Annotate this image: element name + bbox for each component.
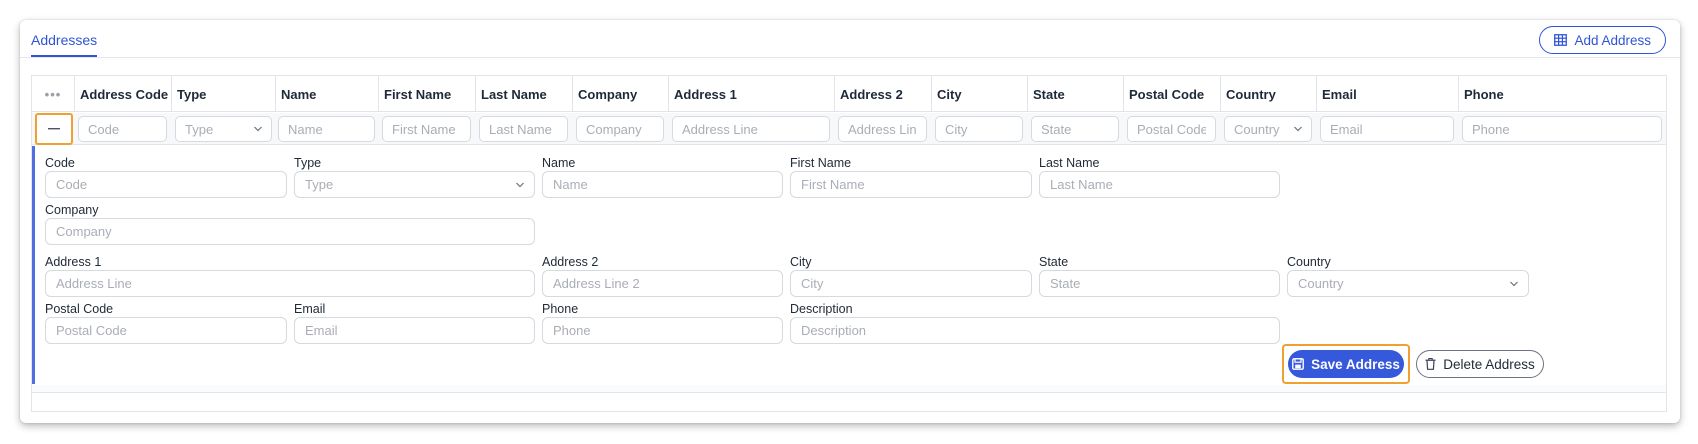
- address-2-label: Address 2: [542, 255, 599, 269]
- column-header-address-1[interactable]: Address 1: [669, 76, 835, 112]
- chevron-down-icon: [1510, 281, 1518, 287]
- name-field[interactable]: [542, 171, 783, 198]
- filter-address-1-input[interactable]: [672, 116, 830, 142]
- postal-code-label: Postal Code: [45, 302, 114, 316]
- country-select[interactable]: Country: [1287, 270, 1529, 297]
- tab-addresses[interactable]: Addresses: [31, 32, 98, 57]
- description-label: Description: [790, 302, 853, 316]
- column-header-postal-code[interactable]: Postal Code: [1124, 76, 1221, 112]
- filter-country-select[interactable]: Country: [1224, 116, 1312, 142]
- addresses-card: Addresses Add Address ••• Address Code T…: [20, 20, 1680, 423]
- save-icon: [1292, 358, 1304, 370]
- column-header-type[interactable]: Type: [172, 76, 276, 112]
- save-highlight: Save Address: [1282, 344, 1410, 384]
- filter-postal-code-input[interactable]: [1127, 116, 1216, 142]
- column-header-company[interactable]: Company: [573, 76, 669, 112]
- postal-code-field[interactable]: [45, 317, 287, 344]
- column-header-first-name[interactable]: First Name: [379, 76, 476, 112]
- name-label: Name: [542, 156, 576, 170]
- city-label: City: [790, 255, 812, 269]
- column-header-country[interactable]: Country: [1221, 76, 1317, 112]
- chevron-down-icon: [254, 126, 262, 132]
- filter-address-2-input[interactable]: [838, 116, 927, 142]
- last-name-label: Last Name: [1039, 156, 1100, 170]
- grid-footer-divider: [32, 385, 1666, 393]
- save-address-label: Save Address: [1311, 356, 1400, 372]
- description-field[interactable]: [790, 317, 1280, 344]
- minus-icon: [48, 128, 60, 130]
- filter-last-name-input[interactable]: [479, 116, 568, 142]
- type-select[interactable]: Type: [294, 171, 535, 198]
- filter-type-placeholder: Type: [185, 121, 214, 137]
- filter-company-input[interactable]: [576, 116, 664, 142]
- city-field[interactable]: [790, 270, 1032, 297]
- column-header-last-name[interactable]: Last Name: [476, 76, 573, 112]
- column-menu-icon[interactable]: •••: [32, 76, 75, 112]
- grid-header-row: ••• Address Code Type Name First Name La…: [32, 76, 1666, 112]
- filter-country-placeholder: Country: [1234, 121, 1280, 137]
- column-header-state[interactable]: State: [1028, 76, 1124, 112]
- column-header-name[interactable]: Name: [276, 76, 379, 112]
- company-field[interactable]: [45, 218, 535, 245]
- tab-bar: Addresses Add Address: [20, 20, 1680, 58]
- first-name-label: First Name: [790, 156, 852, 170]
- add-address-button[interactable]: Add Address: [1539, 26, 1666, 54]
- save-address-button[interactable]: Save Address: [1288, 350, 1404, 378]
- country-label: Country: [1287, 255, 1331, 269]
- address-2-field[interactable]: [542, 270, 783, 297]
- table-icon: [1554, 34, 1568, 46]
- address-detail-form: Code Type Type Name First Name Last Name…: [32, 146, 1666, 384]
- filter-name-input[interactable]: [278, 116, 375, 142]
- filter-state-input[interactable]: [1031, 116, 1119, 142]
- chevron-down-icon: [516, 182, 524, 188]
- type-placeholder: Type: [305, 177, 334, 192]
- type-label: Type: [294, 156, 322, 170]
- first-name-field[interactable]: [790, 171, 1032, 198]
- phone-field[interactable]: [542, 317, 783, 344]
- grid-footer: [32, 394, 1666, 411]
- column-header-city[interactable]: City: [932, 76, 1028, 112]
- last-name-field[interactable]: [1039, 171, 1280, 198]
- filter-first-name-input[interactable]: [382, 116, 471, 142]
- delete-address-label: Delete Address: [1443, 356, 1535, 372]
- grid-filter-row: Type Country: [32, 113, 1666, 145]
- email-label: Email: [294, 302, 326, 316]
- address-1-label: Address 1: [45, 255, 102, 269]
- filter-code-input[interactable]: [78, 116, 167, 142]
- delete-address-button[interactable]: Delete Address: [1416, 350, 1544, 378]
- column-header-address-2[interactable]: Address 2: [835, 76, 932, 112]
- phone-label: Phone: [542, 302, 579, 316]
- collapse-row-button[interactable]: [35, 113, 73, 145]
- column-header-email[interactable]: Email: [1317, 76, 1459, 112]
- filter-phone-input[interactable]: [1462, 116, 1662, 142]
- column-header-phone[interactable]: Phone: [1459, 76, 1666, 112]
- company-label: Company: [45, 203, 99, 217]
- address-grid: ••• Address Code Type Name First Name La…: [31, 75, 1667, 412]
- country-placeholder: Country: [1298, 276, 1344, 291]
- trash-icon: [1425, 358, 1436, 370]
- state-field[interactable]: [1039, 270, 1280, 297]
- code-field[interactable]: [45, 171, 287, 198]
- filter-email-input[interactable]: [1320, 116, 1454, 142]
- code-label: Code: [45, 156, 75, 170]
- column-header-address-code[interactable]: Address Code: [75, 76, 172, 112]
- filter-city-input[interactable]: [935, 116, 1023, 142]
- chevron-down-icon: [1294, 126, 1302, 132]
- state-label: State: [1039, 255, 1069, 269]
- filter-type-select[interactable]: Type: [175, 116, 272, 142]
- email-field[interactable]: [294, 317, 535, 344]
- add-address-label: Add Address: [1574, 32, 1651, 48]
- address-1-field[interactable]: [45, 270, 535, 297]
